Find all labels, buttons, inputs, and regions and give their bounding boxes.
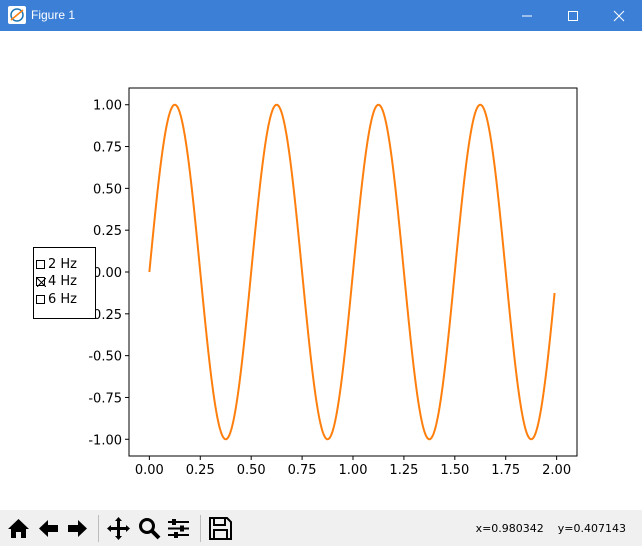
minimize-button[interactable] — [504, 0, 550, 31]
close-button[interactable] — [596, 0, 642, 31]
window-titlebar: Figure 1 — [0, 0, 642, 31]
forward-arrow-icon — [68, 520, 87, 537]
y-tick-label: 0.25 — [93, 224, 122, 239]
close-icon — [613, 10, 625, 22]
configure-subplots-icon — [168, 519, 189, 538]
checkbutton-label: 2 Hz — [48, 257, 78, 272]
checkbox-6hz[interactable] — [36, 295, 45, 304]
frequency-checkbuttons: 2 Hz 4 Hz 6 Hz — [33, 247, 96, 319]
save-button[interactable] — [207, 515, 234, 542]
y-tick-label: -0.75 — [88, 391, 122, 406]
navigation-toolbar: x=0.980342 y=0.407143 — [0, 510, 642, 546]
y-tick-label: 1.00 — [93, 99, 122, 114]
zoom-icon — [139, 518, 161, 540]
x-tick-label: 0.75 — [288, 463, 317, 478]
toolbar-separator — [200, 515, 201, 542]
forward-button[interactable] — [64, 515, 91, 542]
checkbutton-label: 6 Hz — [48, 292, 78, 307]
pan-icon — [107, 517, 130, 540]
configure-subplots-button[interactable] — [165, 515, 192, 542]
y-tick-label: -0.50 — [88, 350, 122, 365]
checkmark-x-icon — [37, 278, 46, 287]
x-tick-label: 0.50 — [237, 463, 266, 478]
save-icon — [209, 517, 232, 540]
x-tick-label: 1.50 — [440, 463, 469, 478]
x-tick-label: 0.00 — [135, 463, 164, 478]
back-arrow-icon — [39, 520, 58, 537]
checkbox-4hz[interactable] — [36, 277, 46, 287]
home-button[interactable] — [5, 515, 32, 542]
y-tick-label: -1.00 — [88, 433, 122, 448]
y-tick-label: 0.50 — [93, 182, 122, 197]
x-tick-label: 1.25 — [389, 463, 418, 478]
maximize-button[interactable] — [550, 0, 596, 31]
y-tick-label: 0.75 — [93, 141, 122, 156]
x-tick-label: 1.00 — [339, 463, 368, 478]
minimize-icon — [522, 15, 532, 17]
x-tick-label: 1.75 — [491, 463, 520, 478]
y-tick-label: 0.00 — [93, 266, 122, 281]
pan-button[interactable] — [105, 515, 132, 542]
x-tick-label: 2.00 — [542, 463, 571, 478]
x-tick-label: 0.25 — [186, 463, 215, 478]
cursor-coordinates: x=0.980342 y=0.407143 — [475, 522, 626, 535]
checkbutton-label: 4 Hz — [48, 274, 78, 289]
app-icon — [8, 6, 26, 24]
window-title: Figure 1 — [31, 8, 76, 22]
toolbar-separator — [98, 515, 99, 542]
zoom-button[interactable] — [136, 515, 163, 542]
line-chart[interactable]: 0.00 0.25 0.50 0.75 1.00 1.25 1.50 1.75 2.00 -1.0… — [0, 31, 642, 510]
back-button[interactable] — [35, 515, 62, 542]
checkbox-2hz[interactable] — [36, 260, 45, 269]
maximize-icon — [568, 11, 578, 21]
home-icon — [8, 519, 29, 538]
